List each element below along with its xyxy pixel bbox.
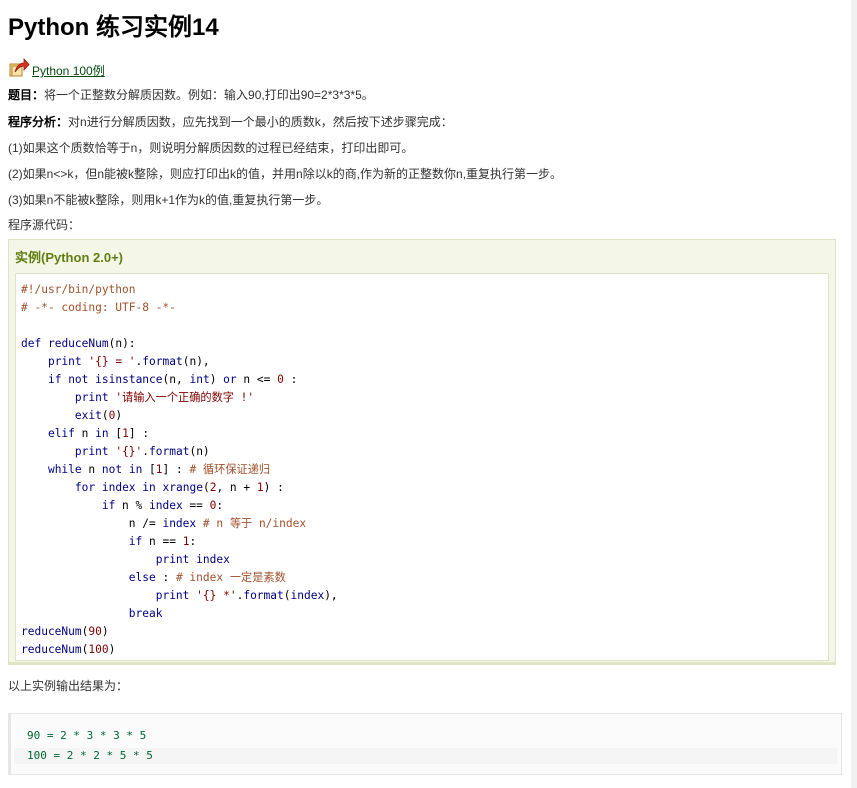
code-block[interactable]: #!/usr/bin/python # -*- coding: UTF-8 -*-… bbox=[15, 273, 829, 661]
step-2: (2)如果n<>k，但n能被k整除，则应打印出k的值，并用n除以k的商,作为新的… bbox=[8, 167, 563, 181]
step-1: (1)如果这个质数恰等于n，则说明分解质因数的过程已经结束，打印出即可。 bbox=[8, 141, 414, 155]
code-line: if n == 1: bbox=[128, 535, 197, 548]
article: Python 练习实例14 Python 100例 题目：将一个正整数分解质因数… bbox=[8, 0, 846, 775]
code-line: print index bbox=[155, 553, 230, 566]
page-scrollbar[interactable] bbox=[851, 0, 857, 788]
problem-text: 将一个正整数分解质因数。例如：输入90,打印出90=2*3*3*5。 bbox=[44, 88, 374, 102]
problem-statement: 题目：将一个正整数分解质因数。例如：输入90,打印出90=2*3*3*5。 bbox=[8, 88, 374, 102]
code-line: #!/usr/bin/python bbox=[21, 283, 136, 296]
analysis-label: 程序分析： bbox=[8, 115, 69, 129]
code-line: print '{} = '.format(n), bbox=[47, 355, 210, 368]
page-title: Python 练习实例14 bbox=[8, 14, 219, 41]
code-line: exit(0) bbox=[74, 409, 123, 422]
python-100-link[interactable]: Python 100例 bbox=[32, 64, 105, 78]
output-line: 90 = 2 * 3 * 3 * 5 bbox=[27, 729, 147, 742]
code-line: # -*- coding: UTF-8 -*- bbox=[21, 301, 176, 314]
problem-label: 题目： bbox=[8, 88, 45, 102]
source-label: 程序源代码： bbox=[8, 218, 81, 232]
output-box[interactable]: 90 = 2 * 3 * 3 * 5 100 = 2 * 2 * 5 * 5 bbox=[8, 713, 842, 775]
output-label: 以上实例输出结果为： bbox=[8, 679, 129, 693]
code-line: while n not in [1] : # 循环保证递归 bbox=[47, 463, 271, 476]
output-line: 100 = 2 * 2 * 5 * 5 bbox=[14, 748, 837, 764]
code-line: else : # index 一定是素数 bbox=[128, 571, 286, 584]
code-line: n /= index # n 等于 n/index bbox=[21, 517, 307, 530]
analysis-text: 对n进行分解质因数，应先找到一个最小的质数k，然后按下述步骤完成： bbox=[68, 115, 453, 129]
code-line: for index in xrange(2, n + 1) : bbox=[74, 481, 284, 494]
example-title: 实例(Python 2.0+) bbox=[15, 250, 123, 265]
code-line: if not isinstance(n, int) or n <= 0 : bbox=[47, 373, 298, 386]
back-link-row: Python 100例 bbox=[8, 54, 846, 78]
step-3: (3)如果n不能被k整除，则用k+1作为k的值,重复执行第一步。 bbox=[8, 193, 329, 207]
code-line: elif n in [1] : bbox=[47, 427, 150, 440]
code-line: break bbox=[128, 607, 163, 620]
back-arrow-icon[interactable] bbox=[8, 56, 30, 78]
code-line: if n % index == 0: bbox=[101, 499, 224, 512]
example-box: 实例(Python 2.0+) #!/usr/bin/python # -*- c… bbox=[8, 239, 836, 665]
analysis: 程序分析：对n进行分解质因数，应先找到一个最小的质数k，然后按下述步骤完成： bbox=[8, 115, 453, 129]
code-line: reduceNum(100) bbox=[21, 643, 116, 656]
code-line: reduceNum(90) bbox=[21, 625, 109, 638]
code-line: print '请输入一个正确的数字 !' bbox=[74, 391, 255, 404]
code-line: def reduceNum(n): bbox=[21, 337, 136, 350]
code-line: print '{} *'.format(index), bbox=[155, 589, 338, 602]
code-line: print '{}'.format(n) bbox=[74, 445, 210, 458]
